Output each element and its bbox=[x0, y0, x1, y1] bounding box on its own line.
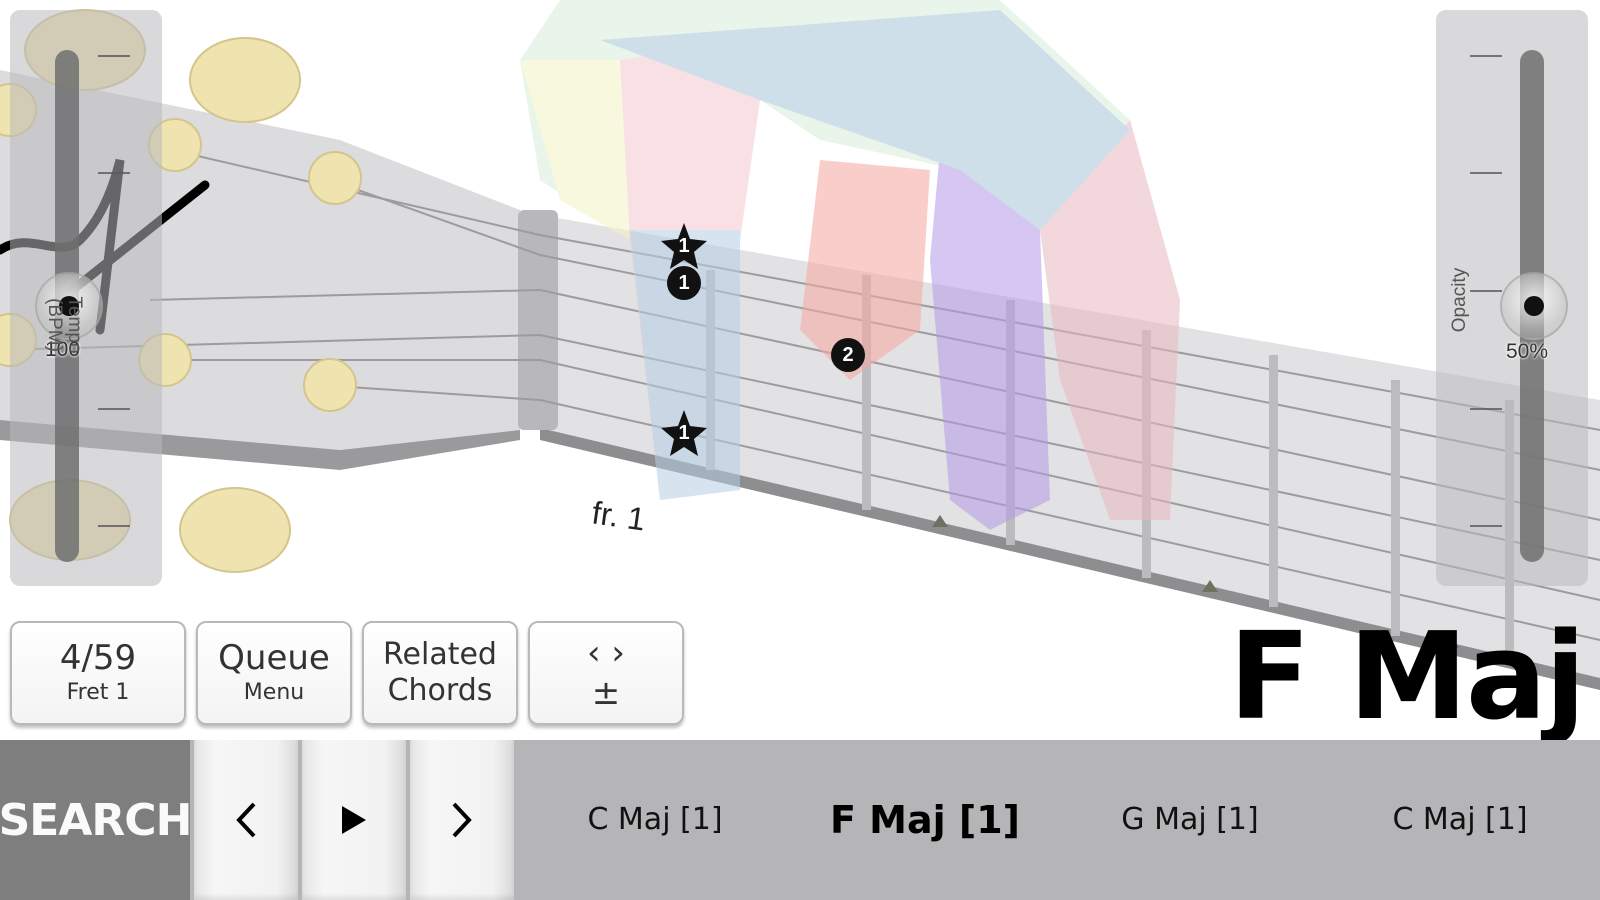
opacity-slider-thumb[interactable] bbox=[1500, 272, 1568, 340]
next-chord-button[interactable] bbox=[410, 740, 514, 900]
left-right-arrows-icon: ‹ › bbox=[586, 633, 625, 673]
opacity-label: Opacity bbox=[1449, 267, 1470, 333]
fret-number: Fret 1 bbox=[66, 680, 130, 705]
play-button[interactable] bbox=[302, 740, 406, 900]
slider-tick bbox=[98, 55, 130, 57]
slider-tick bbox=[1470, 172, 1502, 174]
chevron-left-icon bbox=[236, 802, 256, 838]
queue-chord-item[interactable]: C Maj [1] bbox=[530, 740, 780, 900]
plus-minus-icon: ± bbox=[591, 673, 621, 713]
tempo-label: Tempo (BPM) bbox=[44, 296, 85, 354]
chord-position-button[interactable]: 4/59 Fret 1 bbox=[10, 621, 186, 725]
previous-chord-button[interactable] bbox=[194, 740, 298, 900]
opacity-value: 50% bbox=[1506, 340, 1549, 363]
queue-chord-item[interactable]: C Maj [1] bbox=[1335, 740, 1585, 900]
chords-label: Chords bbox=[387, 673, 493, 708]
nut bbox=[518, 210, 558, 430]
finger-marker-star: 1 bbox=[661, 223, 707, 269]
chevron-right-icon bbox=[452, 802, 472, 838]
finger-marker-star: 1 bbox=[661, 410, 707, 456]
current-chord-title: F Maj bbox=[1228, 608, 1586, 747]
related-chords-button[interactable]: Related Chords bbox=[362, 621, 518, 725]
queue-chord-item-current[interactable]: F Maj [1] bbox=[800, 740, 1050, 900]
tempo-slider[interactable]: 100 Tempo (BPM) bbox=[10, 10, 162, 586]
transpose-button[interactable]: ‹ › ± bbox=[528, 621, 684, 725]
queue-chord-item[interactable]: G Maj [1] bbox=[1065, 740, 1315, 900]
opacity-slider[interactable]: 50% Opacity bbox=[1436, 10, 1588, 586]
position-count: 4/59 bbox=[59, 638, 137, 678]
queue-label: Queue bbox=[218, 638, 330, 678]
slider-tick bbox=[98, 525, 130, 527]
slider-tick bbox=[1470, 290, 1502, 292]
queue-menu-button[interactable]: Queue Menu bbox=[196, 621, 352, 725]
play-icon bbox=[342, 806, 366, 834]
slider-tick bbox=[1470, 525, 1502, 527]
slider-tick bbox=[1470, 55, 1502, 57]
slider-tick bbox=[1470, 408, 1502, 410]
finger-marker-circle: 1 bbox=[666, 265, 702, 301]
finger-marker-circle: 2 bbox=[830, 337, 866, 373]
related-label: Related bbox=[383, 637, 497, 672]
slider-tick bbox=[98, 408, 130, 410]
slider-tick bbox=[98, 172, 130, 174]
fret-position-label: fr. 1 bbox=[589, 494, 648, 538]
bottom-bar: SEARCH C Maj [1] F Maj [1] G Maj [1] C M… bbox=[0, 740, 1600, 900]
search-button[interactable]: SEARCH bbox=[0, 740, 192, 900]
menu-label: Menu bbox=[243, 680, 305, 705]
